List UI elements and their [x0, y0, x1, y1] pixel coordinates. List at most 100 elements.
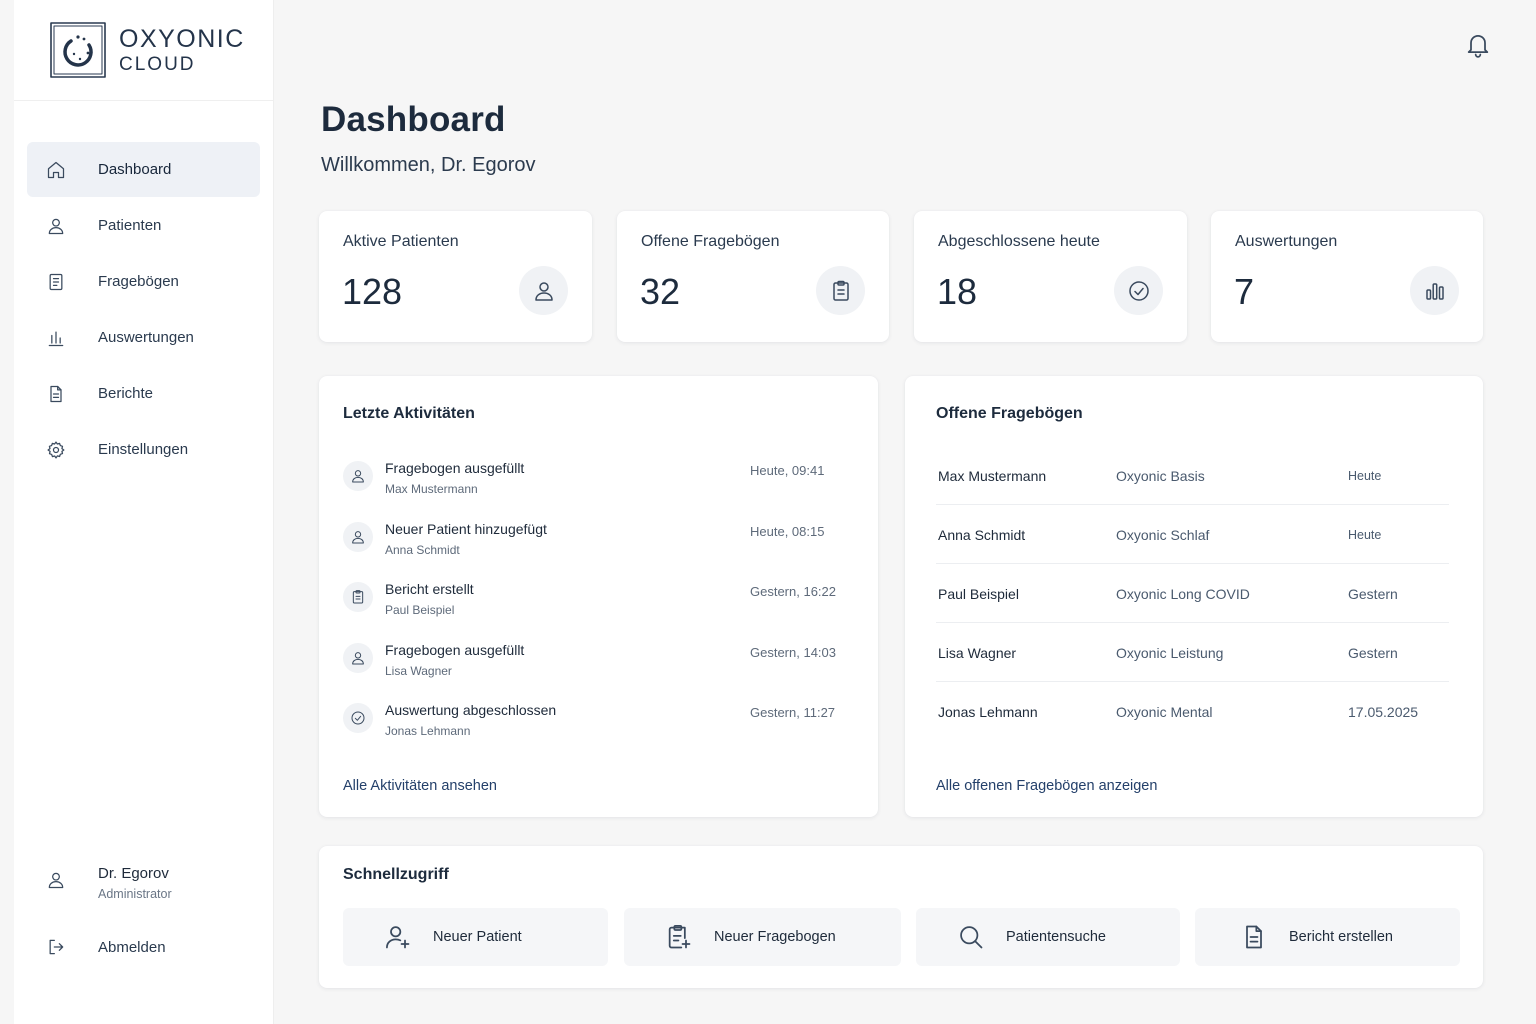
home-icon — [45, 159, 67, 181]
clipboard-plus-icon — [664, 922, 694, 952]
stat-label: Offene Fragebögen — [641, 233, 780, 250]
sidebar-item-label: Einstellungen — [98, 441, 189, 458]
patient-name: Paul Beispiel — [938, 586, 1019, 602]
main-nav: Dashboard Patienten Fragebögen Auswertun… — [27, 142, 260, 478]
sidebar-item-auswertungen[interactable]: Auswertungen — [27, 310, 260, 365]
activity-title: Neuer Patient hinzugefügt — [385, 520, 547, 537]
sidebar-item-label: Dashboard — [98, 161, 172, 178]
user-profile[interactable]: Dr. Egorov Administrator — [45, 862, 172, 901]
list-item[interactable]: Bericht erstellt Paul Beispiel Gestern, … — [343, 577, 843, 638]
welcome-message: Willkommen, Dr. Egorov — [321, 154, 536, 176]
activity-title: Fragebogen ausgefüllt — [385, 460, 525, 476]
table-row[interactable]: Jonas Lehmann Oxyonic Mental 17.05.2025 — [936, 682, 1449, 741]
questionnaire-type: Oxyonic Leistung — [1116, 645, 1224, 661]
brand-subtitle: CLOUD — [119, 53, 196, 75]
create-report-button[interactable]: Bericht erstellen — [1195, 908, 1460, 966]
sidebar-item-label: Auswertungen — [98, 329, 194, 346]
panel-title: Schnellzugriff — [343, 866, 449, 883]
questionnaire-type: Oxyonic Schlaf — [1116, 527, 1210, 543]
file-text-icon — [1239, 922, 1269, 952]
quick-access-panel: Schnellzugriff Neuer Patient Neuer Frage… — [319, 846, 1483, 988]
sidebar-item-einstellungen[interactable]: Einstellungen — [27, 422, 260, 477]
sidebar-item-dashboard[interactable]: Dashboard — [27, 142, 260, 197]
list-item[interactable]: Neuer Patient hinzugefügt Anna Schmidt H… — [343, 517, 843, 578]
quick-label: Neuer Patient — [433, 929, 522, 945]
all-open-questionnaires-link[interactable]: Alle offenen Fragebögen anzeigen — [936, 778, 1157, 794]
list-item[interactable]: Auswertung abgeschlossen Jonas Lehmann G… — [343, 698, 843, 759]
check-circle-icon — [343, 703, 373, 733]
sidebar: OXYONIC CLOUD Dashboard Patienten Frageb… — [14, 0, 274, 1024]
patient-name: Max Mustermann — [938, 468, 1047, 484]
activity-title: Auswertung abgeschlossen — [385, 702, 557, 718]
quick-label: Bericht erstellen — [1289, 929, 1393, 945]
clipboard-icon — [343, 582, 373, 612]
sidebar-item-frageboegen[interactable]: Fragebögen — [27, 254, 260, 309]
activity-time: Heute, 08:15 — [750, 523, 825, 539]
activity-subject: Jonas Lehmann — [385, 724, 471, 738]
user-icon — [343, 521, 373, 552]
user-icon — [519, 266, 568, 315]
panel-title: Offene Fragebögen — [936, 405, 1083, 422]
sidebar-item-berichte[interactable]: Berichte — [27, 366, 260, 421]
sidebar-item-label: Patienten — [98, 217, 162, 234]
user-icon — [45, 215, 67, 237]
questionnaire-date: 17.05.2025 — [1348, 704, 1419, 720]
stat-value: 32 — [640, 271, 681, 312]
logout-icon — [45, 936, 67, 958]
logout-button[interactable]: Abmelden — [45, 930, 166, 964]
activity-subject: Lisa Wagner — [385, 663, 452, 678]
page-title: Dashboard — [321, 100, 506, 139]
document-icon — [45, 271, 67, 293]
activity-title: Fragebogen ausgefüllt — [385, 641, 525, 658]
activities-panel: Letzte Aktivitäten Fragebogen ausgefüllt… — [319, 376, 878, 817]
activity-subject: Anna Schmidt — [385, 542, 460, 557]
new-patient-button[interactable]: Neuer Patient — [343, 908, 608, 966]
oxyonic-logo-icon — [50, 22, 106, 78]
questionnaire-list: Max Mustermann Oxyonic Basis Heute Anna … — [936, 446, 1449, 741]
clipboard-icon — [816, 266, 865, 315]
questionnaire-date: Heute — [1348, 469, 1382, 483]
sidebar-item-patienten[interactable]: Patienten — [27, 198, 260, 253]
stat-label: Auswertungen — [1235, 233, 1338, 250]
list-item[interactable]: Fragebogen ausgefüllt Lisa Wagner Gester… — [343, 638, 843, 699]
logo[interactable]: OXYONIC CLOUD — [14, 0, 273, 101]
stat-value: 7 — [1234, 271, 1255, 312]
stat-value: 18 — [937, 271, 978, 312]
file-text-icon — [45, 383, 67, 405]
questionnaire-date: Heute — [1348, 528, 1382, 542]
activity-title: Bericht erstellt — [385, 581, 474, 597]
sidebar-item-label: Berichte — [98, 385, 154, 402]
table-row[interactable]: Lisa Wagner Oxyonic Leistung Gestern — [936, 623, 1449, 682]
all-activities-link[interactable]: Alle Aktivitäten ansehen — [343, 778, 497, 794]
activity-time: Gestern, 11:27 — [750, 705, 836, 720]
patient-name: Jonas Lehmann — [938, 704, 1038, 720]
list-item[interactable]: Fragebogen ausgefüllt Max Mustermann Heu… — [343, 456, 843, 517]
open-questionnaires-panel: Offene Fragebögen Max Mustermann Oxyonic… — [905, 376, 1483, 817]
user-icon — [343, 461, 373, 491]
stat-card-auswertungen[interactable]: Auswertungen 7 — [1211, 211, 1483, 342]
bar-chart-icon — [1410, 266, 1459, 315]
bar-chart-icon — [45, 327, 67, 349]
questionnaire-type: Oxyonic Mental — [1116, 704, 1213, 720]
patient-search-button[interactable]: Patientensuche — [916, 908, 1180, 966]
activity-time: Gestern, 14:03 — [750, 644, 836, 660]
table-row[interactable]: Paul Beispiel Oxyonic Long COVID Gestern — [936, 564, 1449, 623]
patient-name: Lisa Wagner — [938, 645, 1017, 661]
new-questionnaire-button[interactable]: Neuer Fragebogen — [624, 908, 901, 966]
patient-name: Anna Schmidt — [938, 527, 1026, 543]
quick-label: Patientensuche — [1006, 929, 1106, 945]
user-icon — [343, 642, 373, 673]
stat-card-abgeschlossene-heute[interactable]: Abgeschlossene heute 18 — [914, 211, 1187, 342]
stat-value: 128 — [342, 271, 403, 312]
brand-name: OXYONIC — [119, 24, 245, 53]
table-row[interactable]: Anna Schmidt Oxyonic Schlaf Heute — [936, 505, 1449, 564]
stat-card-offene-frageboegen[interactable]: Offene Fragebögen 32 — [617, 211, 889, 342]
quick-label: Neuer Fragebogen — [714, 929, 836, 945]
logout-label: Abmelden — [98, 938, 166, 956]
activity-subject: Paul Beispiel — [385, 603, 455, 617]
bell-icon[interactable] — [1464, 30, 1492, 58]
search-icon — [956, 922, 986, 952]
sidebar-item-label: Fragebögen — [98, 273, 179, 290]
stat-card-aktive-patienten[interactable]: Aktive Patienten 128 — [319, 211, 592, 342]
table-row[interactable]: Max Mustermann Oxyonic Basis Heute — [936, 446, 1449, 505]
